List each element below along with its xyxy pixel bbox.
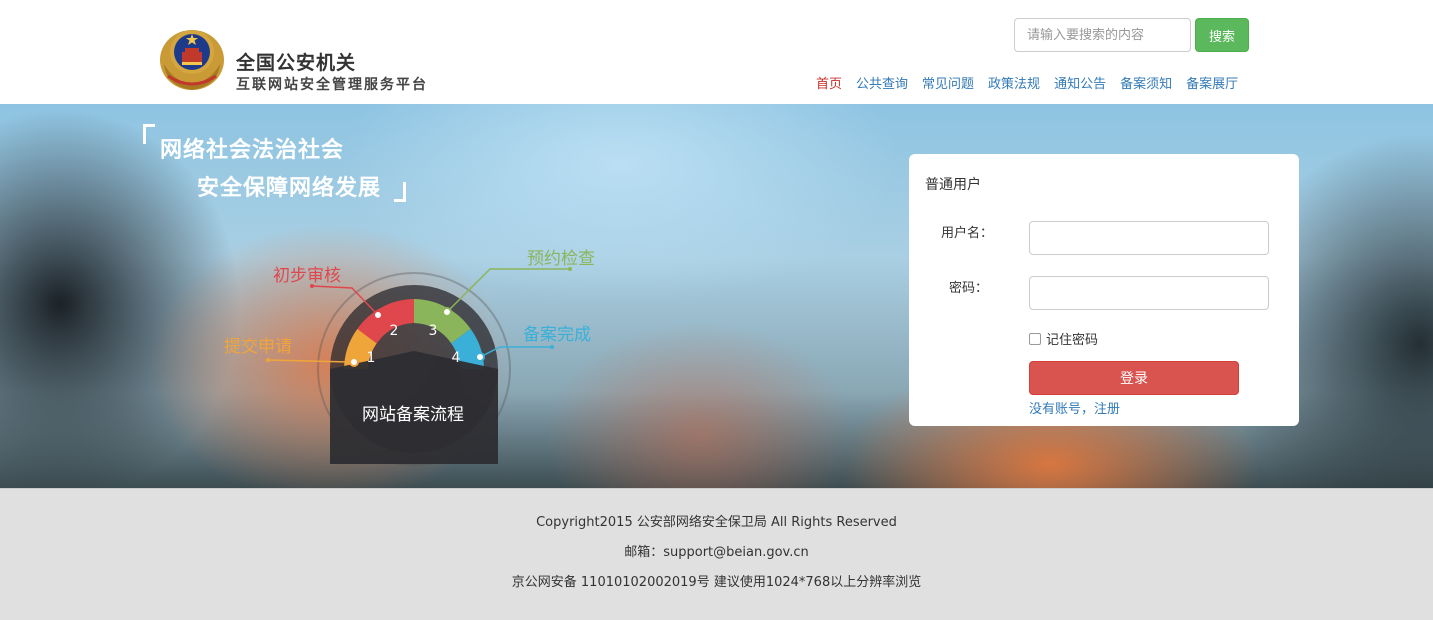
slogan-line-2: 安全保障网络发展 xyxy=(197,176,382,201)
nav-policies[interactable]: 政策法规 xyxy=(988,73,1040,92)
step-1-label: 提交申请 xyxy=(224,337,292,357)
slogan-close-bracket xyxy=(394,182,406,202)
nav-filing-guide[interactable]: 备案须知 xyxy=(1120,73,1172,92)
footer-email: 邮箱：support@beian.gov.cn xyxy=(624,545,809,560)
remember-password[interactable]: 记住密码 xyxy=(1029,329,1098,348)
step-2-number: 2 xyxy=(390,323,399,339)
login-button[interactable]: 登录 xyxy=(1029,361,1239,395)
slogan-open-bracket xyxy=(143,124,155,144)
main-nav: 首页 公共查询 常见问题 政策法规 通知公告 备案须知 备案展厅 xyxy=(816,73,1252,92)
nav-notices[interactable]: 通知公告 xyxy=(1054,73,1106,92)
search-button[interactable]: 搜索 xyxy=(1195,18,1249,52)
username-input[interactable] xyxy=(1029,221,1269,255)
step-3-number: 3 xyxy=(429,323,438,339)
slogan-line-1: 网络社会法治社会 xyxy=(160,138,345,163)
login-title: 普通用户 xyxy=(925,177,981,193)
password-input[interactable] xyxy=(1029,276,1269,310)
step-4-number: 4 xyxy=(452,350,461,366)
nav-filing-hall[interactable]: 备案展厅 xyxy=(1186,73,1238,92)
site-title: 全国公安机关 xyxy=(236,52,357,74)
footer: Copyright2015 公安部网络安全保卫局 All Rights Rese… xyxy=(0,488,1433,620)
password-label: 密码： xyxy=(949,281,989,296)
search-input[interactable] xyxy=(1014,18,1191,52)
step-3-label: 预约检查 xyxy=(527,249,595,269)
register-link[interactable]: 没有账号，注册 xyxy=(1029,398,1120,417)
process-center-label: 网站备案流程 xyxy=(362,405,464,425)
remember-label: 记住密码 xyxy=(1046,333,1099,348)
police-emblem-logo xyxy=(160,30,224,90)
footer-icp: 京公网安备 11010102002019号 建议使用1024*768以上分辨率浏… xyxy=(511,575,922,590)
login-card: 普通用户 用户名： 密码： 记住密码 登录 没有账号，注册 xyxy=(909,154,1299,426)
remember-checkbox[interactable] xyxy=(1029,332,1041,345)
username-label: 用户名： xyxy=(941,226,994,241)
header: 全国公安机关 互联网站安全管理服务平台 搜索 首页 公共查询 常见问题 政策法规… xyxy=(0,0,1433,104)
step-4-label: 备案完成 xyxy=(523,325,591,345)
nav-faq[interactable]: 常见问题 xyxy=(922,73,974,92)
nav-home[interactable]: 首页 xyxy=(816,73,842,92)
step-2-label: 初步审核 xyxy=(273,266,341,286)
nav-public-query[interactable]: 公共查询 xyxy=(856,73,908,92)
site-subtitle: 互联网站安全管理服务平台 xyxy=(236,77,428,93)
footer-copyright: Copyright2015 公安部网络安全保卫局 All Rights Rese… xyxy=(536,515,897,530)
step-1-number: 1 xyxy=(367,350,376,366)
